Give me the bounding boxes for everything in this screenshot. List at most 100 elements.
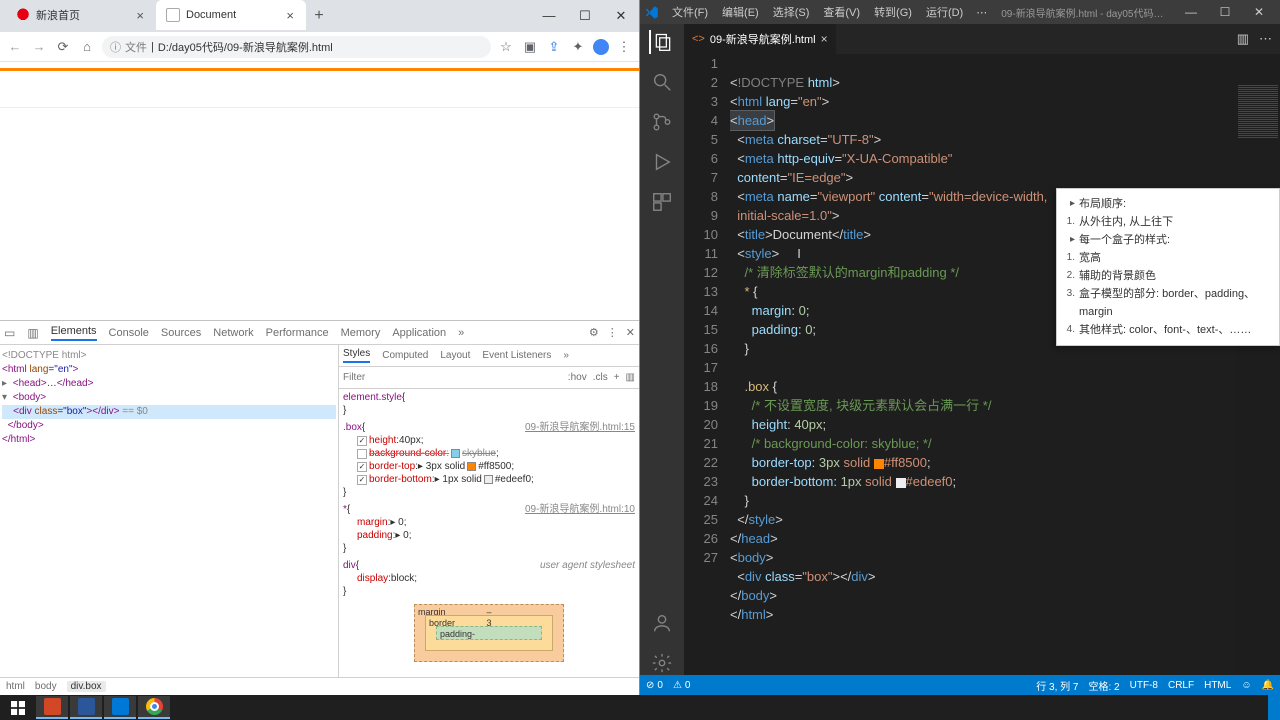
menu-icon[interactable]: ⋮ (615, 39, 633, 55)
search-icon[interactable] (650, 70, 674, 94)
settings-gear-icon[interactable] (650, 651, 674, 675)
devtools-top-tabs: ▭ ▥ Elements Console Sources Network Per… (0, 321, 639, 345)
tab-styles[interactable]: Styles (343, 348, 370, 363)
menu-run[interactable]: 运行(D) (921, 4, 968, 20)
split-editor-icon[interactable]: ▥ (1237, 31, 1249, 47)
extensions-icon[interactable] (650, 190, 674, 214)
status-errors[interactable]: ⊘ 0 (646, 680, 663, 691)
tab-network[interactable]: Network (213, 327, 253, 339)
taskbar-right-edge[interactable] (1268, 695, 1280, 720)
more-icon[interactable]: ⋮ (607, 326, 618, 339)
profile-avatar[interactable] (593, 39, 609, 55)
omnibox[interactable]: ⓘ 文件 | D:/day05代码/09-新浪导航案例.html (102, 36, 491, 58)
tab-elements[interactable]: Elements (51, 325, 97, 341)
box-model-diagram[interactable]: margin– border3 padding- (414, 604, 564, 662)
tab-memory[interactable]: Memory (341, 327, 381, 339)
status-bell-icon[interactable]: 🔔 (1262, 680, 1274, 691)
site-info-icon[interactable]: ⓘ (110, 39, 121, 55)
menu-goto[interactable]: 转到(G) (869, 4, 917, 20)
tabs-overflow[interactable]: » (458, 327, 464, 339)
tab-sources[interactable]: Sources (161, 327, 201, 339)
minimize-button[interactable]: — (531, 4, 567, 32)
minimize-button[interactable]: — (1174, 5, 1208, 19)
close-button[interactable]: ✕ (603, 4, 639, 32)
filter-input[interactable] (343, 372, 562, 383)
tabs-overflow[interactable]: » (563, 350, 569, 361)
new-tab-button[interactable]: + (306, 0, 332, 32)
share-icon[interactable]: ⇪ (545, 39, 563, 55)
menu-more[interactable]: ⋯ (972, 6, 991, 19)
run-debug-icon[interactable] (650, 150, 674, 174)
tab-event-listeners[interactable]: Event Listeners (482, 350, 551, 361)
home-button[interactable]: ⌂ (78, 39, 96, 54)
settings-icon[interactable]: ⚙ (589, 326, 599, 339)
source-control-icon[interactable] (650, 110, 674, 134)
hov-toggle[interactable]: :hov (568, 372, 587, 383)
url-text: D:/day05代码/09-新浪导航案例.html (158, 39, 333, 55)
status-eol[interactable]: CRLF (1168, 680, 1194, 691)
minimap[interactable] (1236, 84, 1280, 675)
taskbar-vscode[interactable] (104, 696, 136, 719)
status-encoding[interactable]: UTF-8 (1130, 680, 1158, 691)
code-content[interactable]: <!DOCTYPE html> <html lang="en"> <head> … (730, 54, 1280, 675)
close-icon[interactable]: × (284, 8, 296, 23)
back-button[interactable]: ← (6, 39, 24, 54)
status-feedback-icon[interactable]: ☺ (1241, 680, 1251, 691)
breadcrumbs[interactable]: html body div.box (0, 677, 639, 695)
crumb-html[interactable]: html (6, 681, 25, 692)
explorer-icon[interactable] (649, 30, 673, 54)
window-controls: — ☐ ✕ (1174, 5, 1276, 19)
menu-view[interactable]: 查看(V) (818, 4, 865, 20)
forward-button[interactable]: → (30, 39, 48, 54)
styles-tabs: Styles Computed Layout Event Listeners » (339, 345, 639, 367)
dom-tree[interactable]: <!DOCTYPE html> <html lang="en"> ▸ <head… (0, 345, 339, 677)
more-actions-icon[interactable]: ⋯ (1259, 31, 1272, 47)
crumb-body[interactable]: body (35, 681, 57, 692)
cls-toggle[interactable]: .cls (593, 372, 608, 383)
crumb-div-box[interactable]: div.box (67, 681, 106, 692)
status-warnings[interactable]: ⚠ 0 (673, 680, 691, 691)
status-spaces[interactable]: 空格: 2 (1089, 678, 1120, 693)
start-button[interactable] (2, 696, 34, 719)
device-toggle-icon[interactable]: ▥ (27, 326, 38, 340)
extensions-icon[interactable]: ✦ (569, 39, 587, 55)
notes-overlay: ▸布局顺序:1.从外往内, 从上往下▸每一个盒子的样式:1.宽高2.辅助的背景颜… (1056, 188, 1280, 346)
computed-toggle-icon[interactable]: ▥ (626, 372, 635, 383)
vscode-logo-icon (644, 5, 659, 20)
menu-select[interactable]: 选择(S) (768, 4, 815, 20)
tab-computed[interactable]: Computed (382, 350, 428, 361)
tab-application[interactable]: Application (392, 327, 446, 339)
devtools-body: <!DOCTYPE html> <html lang="en"> ▸ <head… (0, 345, 639, 677)
taskbar-chrome[interactable] (138, 696, 170, 719)
menu-file[interactable]: 文件(F) (667, 4, 713, 20)
vscode-window: 文件(F) 编辑(E) 选择(S) 查看(V) 转到(G) 运行(D) ⋯ 09… (640, 0, 1280, 695)
close-devtools-icon[interactable]: ✕ (626, 326, 635, 339)
styles-rules[interactable]: element.style {} .box {09-新浪导航案例.html:15… (339, 389, 639, 677)
page-box-element (0, 68, 639, 108)
maximize-button[interactable]: ☐ (1208, 5, 1242, 19)
status-cursor[interactable]: 行 3, 列 7 (1036, 678, 1078, 693)
taskbar-word[interactable] (70, 696, 102, 719)
tab-performance[interactable]: Performance (266, 327, 329, 339)
taskbar-powerpoint[interactable] (36, 696, 68, 719)
chrome-tab-sina[interactable]: 新浪首页 × (6, 0, 156, 30)
reload-button[interactable]: ⟳ (54, 39, 72, 55)
inspect-icon[interactable]: ▭ (4, 326, 15, 340)
close-icon[interactable]: × (821, 32, 828, 46)
tab-console[interactable]: Console (109, 327, 149, 339)
close-button[interactable]: ✕ (1242, 5, 1276, 19)
code-editor[interactable]: 1234567891011121314151617181920212223242… (684, 54, 1280, 675)
page-viewport (0, 62, 639, 320)
chrome-tab-document[interactable]: Document × (156, 0, 306, 30)
tab-layout[interactable]: Layout (440, 350, 470, 361)
account-icon[interactable] (650, 611, 674, 635)
editor-tab[interactable]: <> 09-新浪导航案例.html × (684, 24, 837, 54)
bookmark-icon[interactable]: ☆ (497, 39, 515, 55)
menu-edit[interactable]: 编辑(E) (717, 4, 764, 20)
maximize-button[interactable]: ☐ (567, 4, 603, 32)
styles-panel: Styles Computed Layout Event Listeners »… (339, 345, 639, 677)
close-icon[interactable]: × (134, 8, 146, 23)
new-rule-button[interactable]: + (614, 372, 620, 383)
camera-icon[interactable]: ▣ (521, 39, 539, 55)
status-language[interactable]: HTML (1204, 680, 1231, 691)
